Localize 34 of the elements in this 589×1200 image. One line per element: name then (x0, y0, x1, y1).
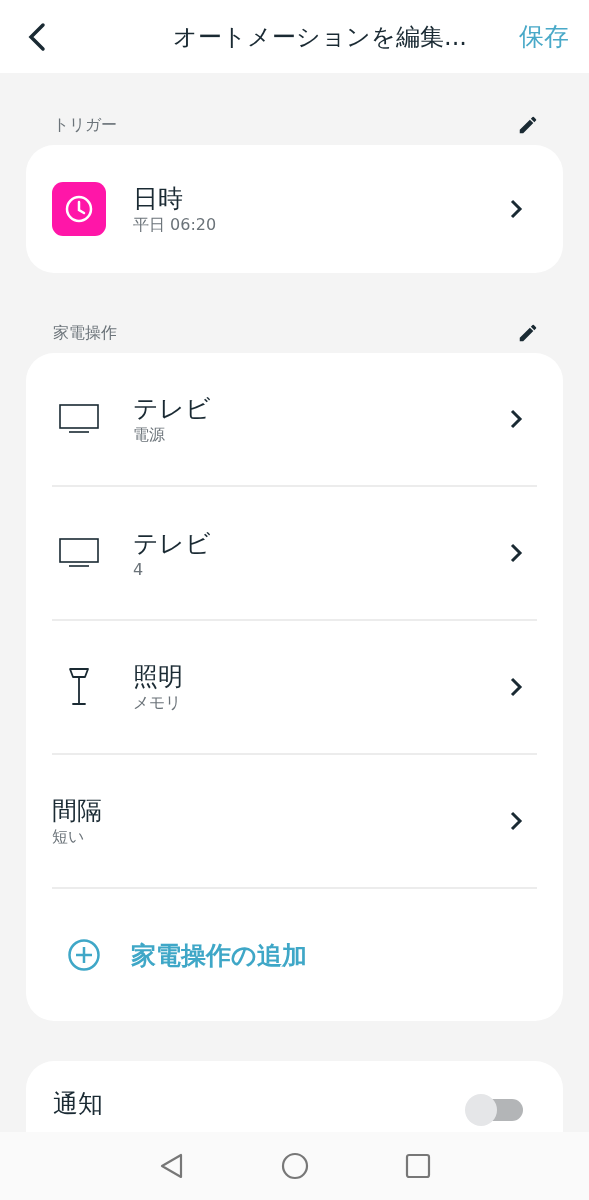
item-subtitle: 4 (133, 559, 145, 579)
item-title: 照明 (133, 660, 184, 693)
trigger-item[interactable]: 日時 平日 06:20 (26, 145, 563, 273)
add-icon (67, 938, 101, 972)
clock-icon (52, 182, 106, 236)
section-label: 家電操作 (53, 322, 117, 344)
chevron-icon (509, 408, 523, 430)
item-title: テレビ (133, 392, 212, 425)
home-icon[interactable] (280, 1152, 309, 1180)
back-icon (26, 21, 48, 52)
back-icon[interactable] (158, 1152, 185, 1180)
recents-icon[interactable] (404, 1153, 431, 1179)
screen-title: オートメーションを編集... (173, 21, 467, 53)
back-button[interactable] (26, 21, 48, 52)
item-title: 日時 (133, 182, 184, 215)
notification-toggle[interactable] (465, 1094, 523, 1126)
item-subtitle: 平日 06:20 (133, 214, 218, 236)
chevron-icon (509, 542, 523, 564)
edit-icon[interactable] (517, 322, 539, 344)
item-title: 間隔 (52, 794, 103, 827)
item-subtitle: 短い (52, 826, 85, 848)
edit-icon[interactable] (517, 114, 539, 136)
item-title: テレビ (133, 527, 212, 560)
action-item[interactable]: テレビ 4 (26, 487, 563, 619)
chevron-icon (509, 198, 523, 220)
action-item[interactable]: 間隔 短い (26, 755, 563, 887)
section-label: トリガー (53, 114, 117, 136)
chevron-icon (509, 676, 523, 698)
action-item[interactable]: 照明 メモリ (26, 621, 563, 753)
item-subtitle: 電源 (133, 424, 166, 446)
item-subtitle: メモリ (133, 692, 182, 714)
action-item[interactable]: テレビ 電源 (26, 353, 563, 485)
chevron-icon (509, 810, 523, 832)
notification-label: 通知 (53, 1091, 103, 1117)
